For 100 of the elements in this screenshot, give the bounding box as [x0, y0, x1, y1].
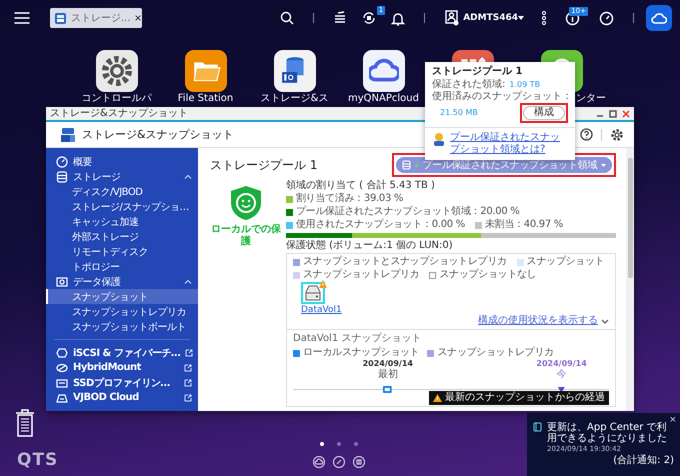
configure-button[interactable]: 構成	[523, 106, 565, 120]
legend-label: スナップショットレプリカ	[437, 347, 554, 359]
caret-icon	[601, 164, 606, 166]
field-value: 21.50 MB	[440, 107, 478, 119]
gauge-icon	[56, 156, 68, 168]
help-icon[interactable]	[580, 128, 593, 141]
sidebar-item[interactable]: スナップショット	[46, 289, 198, 304]
app-label[interactable]: File Station	[178, 93, 234, 105]
tooltip-text: 最新のスナップショットからの経過	[445, 392, 605, 404]
sync-icon[interactable]	[361, 10, 378, 26]
snapshot-date: 2024/09/14	[536, 359, 587, 369]
snapshot-marker-icon	[383, 386, 392, 393]
sidebar-item[interactable]: スナップショットレプリカ	[46, 304, 198, 319]
trash-icon[interactable]	[14, 408, 36, 438]
storage-app-icon	[54, 12, 67, 24]
legend-label: ローカルスナップショット	[303, 347, 420, 359]
tools-icon[interactable]	[333, 456, 345, 468]
sidebar-item[interactable]: ストレージ/スナップショ…	[46, 199, 198, 214]
sidebar-item[interactable]: リモートディスク	[46, 244, 198, 259]
stack-icon	[402, 160, 412, 170]
page-dot[interactable]	[337, 442, 341, 446]
username[interactable]: ADMTS464	[463, 13, 518, 23]
app-label[interactable]: ンター	[576, 93, 606, 105]
app-tile[interactable]	[274, 50, 316, 92]
ssd-icon	[56, 376, 68, 388]
external-link-icon[interactable]	[184, 378, 192, 386]
app-label[interactable]: ストレージ&ス	[260, 93, 328, 105]
external-link-icon[interactable]	[185, 348, 194, 356]
sidebar-item[interactable]: スナップショットボールト	[46, 319, 198, 334]
usage-link[interactable]: 構成の使用状況を表示する	[478, 315, 598, 327]
cloud-drive-icon	[56, 362, 68, 374]
bell-icon[interactable]	[391, 10, 406, 26]
sidebar-item[interactable]: 外部ストレージ	[46, 229, 198, 244]
popup-title: ストレージプール 1	[432, 66, 524, 78]
snapshot-caption: 最初	[378, 369, 398, 381]
sidebar-item[interactable]: トポロジー	[46, 259, 198, 274]
field-label: 保証された領域:	[432, 79, 506, 90]
chip-icon	[56, 346, 68, 358]
chevron-up-icon[interactable]	[184, 174, 192, 179]
sidebar-item[interactable]: ストレージ	[46, 169, 198, 184]
page-dot[interactable]	[354, 442, 358, 446]
user-icon[interactable]	[444, 10, 460, 26]
page-dot[interactable]	[320, 442, 324, 446]
legend-label: 割り当て済み：39.03 %	[296, 193, 404, 205]
close-icon[interactable]	[622, 110, 630, 118]
app-tile[interactable]	[96, 50, 138, 92]
search-icon[interactable]	[280, 11, 294, 25]
app-label[interactable]: myQNAPcloud	[348, 93, 419, 105]
external-link-icon[interactable]	[184, 394, 192, 402]
help-link[interactable]: プール保証されたスナップショット領域とは?	[450, 132, 568, 156]
field-value: 1.09 TB	[509, 79, 540, 90]
cloud-button[interactable]	[646, 5, 672, 31]
legend-label: 使用されたスナップショット：0.00 %	[296, 219, 465, 231]
stack-icon[interactable]	[333, 11, 348, 25]
snapshot-section-title: DataVol1 スナップショット	[293, 333, 422, 345]
legend-label: プール保証されたスナップショット領域：20.00 %	[296, 206, 520, 218]
sidebar-link[interactable]: HybridMount	[46, 360, 198, 375]
menu-icon[interactable]	[14, 11, 30, 25]
section-heading: 保護状態 (ボリューム:1 個の LUN:0)	[286, 240, 454, 252]
cloud-icon	[651, 12, 667, 24]
sidebar-link[interactable]: VJBOD Cloud	[46, 390, 198, 405]
sidebar-item[interactable]: キャッシュ加速	[46, 214, 198, 229]
window-title: ストレージ&スナップショット	[50, 108, 188, 120]
close-tab-button[interactable]: ×	[134, 12, 142, 24]
more-icon[interactable]	[542, 11, 546, 25]
tab-label: ストレージ...	[71, 12, 131, 25]
close-button[interactable]: ×	[670, 415, 676, 426]
columns-icon[interactable]	[353, 456, 365, 468]
app-tile[interactable]	[184, 50, 226, 92]
storage-app-icon	[60, 126, 76, 142]
app-title: ストレージ&スナップショット	[82, 127, 234, 142]
sidebar-link[interactable]: iSCSI & ファイバーチ…	[46, 345, 198, 360]
snapshot-caption: 今	[556, 369, 567, 381]
warning-icon	[433, 394, 442, 402]
stack-icon	[56, 170, 68, 182]
sidebar-item[interactable]: ディスク/VJBOD	[46, 184, 198, 199]
field-label: 使用済みのスナップショット：	[432, 91, 572, 103]
volume-icon[interactable]	[301, 282, 325, 304]
scrollbar[interactable]	[626, 148, 634, 411]
gauge-icon[interactable]	[599, 10, 614, 26]
section-heading: 領域の割り当て ( 合計 5.43 TB )	[286, 180, 436, 192]
app-tab[interactable]: ストレージ... ×	[50, 8, 142, 28]
volume-link[interactable]: DataVol1	[301, 305, 342, 315]
chevron-up-icon[interactable]	[184, 279, 192, 284]
gear-icon	[102, 56, 132, 86]
external-link-icon[interactable]	[184, 364, 192, 372]
chevron-down-icon[interactable]	[601, 318, 609, 324]
notification-total: (合計通知: 2)	[612, 455, 674, 466]
app-label[interactable]: コントロールパ	[82, 93, 152, 105]
sidebar-item[interactable]: 概要	[46, 154, 198, 169]
sidebar-link[interactable]: SSDプロファイリン…	[46, 375, 198, 390]
maximize-icon[interactable]	[609, 110, 617, 118]
sidebar-item[interactable]: データ保護	[46, 274, 198, 289]
cloud-icon[interactable]	[313, 456, 325, 468]
gear-icon[interactable]	[610, 128, 624, 142]
app-tile[interactable]	[362, 50, 404, 92]
drive-icon	[304, 285, 322, 301]
caret-icon	[518, 16, 524, 20]
person-icon	[432, 132, 446, 146]
legend-label: スナップショットなし	[439, 269, 536, 281]
